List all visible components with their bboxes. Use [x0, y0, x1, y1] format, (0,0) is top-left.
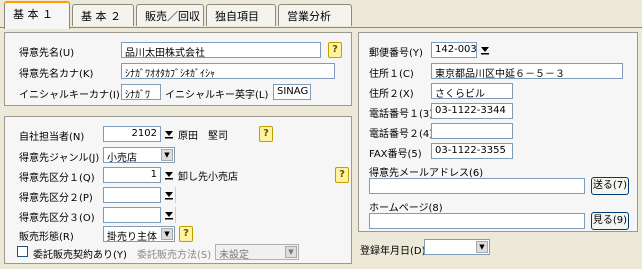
- tab-bar: 基 本 １ 基 本 ２ 販売／回収 独自項目 営業分析: [0, 0, 642, 29]
- consignment-label: 委託販売契約あり(Y): [33, 250, 127, 261]
- zip-label: 郵便番号(Y): [369, 48, 423, 59]
- initial-english-input[interactable]: SINAG: [273, 84, 311, 100]
- category1-label: 得意先区分１(Q): [19, 173, 95, 184]
- chevron-down-icon: ▼: [161, 228, 173, 240]
- staff-name-display: 原田 堅司: [175, 126, 257, 142]
- send-email-button[interactable]: 送る(7): [591, 177, 629, 195]
- tel2-input[interactable]: [431, 123, 513, 139]
- consignment-method-select[interactable]: 未設定 ▼: [215, 244, 299, 261]
- staff-label: 自社担当者(N): [19, 132, 85, 143]
- category2-label: 得意先区分２(P): [19, 193, 93, 204]
- customer-name-input[interactable]: 品川太田株式会社: [121, 42, 321, 58]
- consignment-method-label: 委託販売方法(S): [137, 250, 212, 261]
- category1-name-display: 卸し先小売店: [175, 167, 331, 183]
- zip-input[interactable]: 142-0032: [431, 42, 477, 58]
- chevron-down-icon: ▼: [285, 246, 297, 258]
- homepage-input[interactable]: [369, 213, 585, 229]
- help-icon[interactable]: ?: [179, 226, 193, 242]
- address-contact-panel: 郵便番号(Y) 142-0032 住所１(C) 東京都品川区中延６－５－３ 住所…: [358, 32, 638, 232]
- address1-label: 住所１(C): [369, 69, 414, 80]
- customer-name-panel: 得意先名(U) 品川太田株式会社 ? 得意先名カナ(K) ｼﾅｶﾞﾜｵｵﾀｶﾌﾞ…: [4, 32, 352, 106]
- category2-lookup-icon[interactable]: [163, 188, 175, 202]
- address1-input[interactable]: 東京都品川区中延６－５－３: [431, 63, 623, 79]
- customer-kana-label: 得意先名カナ(K): [19, 69, 94, 80]
- initial-english-label: イニシャルキー英字(L): [165, 90, 269, 101]
- registration-date-label: 登録年月日(D): [360, 246, 426, 257]
- view-homepage-button[interactable]: 見る(9): [591, 212, 629, 230]
- sales-form-select-value: 掛売り主体: [107, 232, 157, 243]
- category1-code-input[interactable]: 1: [103, 167, 161, 183]
- category1-lookup-icon[interactable]: [163, 168, 175, 182]
- zip-lookup-icon[interactable]: [479, 43, 491, 57]
- address2-label: 住所２(X): [369, 89, 414, 100]
- sales-form-select[interactable]: 掛売り主体 ▼: [103, 226, 175, 243]
- category2-name-display: [175, 187, 331, 203]
- help-icon[interactable]: ?: [328, 42, 342, 58]
- sales-info-panel: 自社担当者(N) 2102 原田 堅司 ? 得意先ジャンル(J) 小売店 ▼ 得意…: [4, 116, 352, 264]
- category2-code-input[interactable]: [103, 187, 161, 203]
- fax-label: FAX番号(5): [369, 149, 422, 160]
- customer-name-label: 得意先名(U): [19, 48, 75, 59]
- chevron-down-icon: ▼: [476, 241, 488, 253]
- consignment-method-select-value: 未設定: [219, 250, 249, 261]
- genre-select-value: 小売店: [107, 153, 137, 164]
- tab-divider: [0, 27, 642, 28]
- customer-form-window: 基 本 １ 基 本 ２ 販売／回収 独自項目 営業分析 得意先名(U) 品川太田…: [0, 0, 642, 269]
- staff-code-input[interactable]: 2102: [103, 126, 161, 142]
- category3-name-display: [175, 207, 331, 223]
- initial-kana-label: イニシャルキーカナ(I): [19, 90, 120, 101]
- tab-custom-items[interactable]: 独自項目: [206, 4, 276, 26]
- tab-sales-collection[interactable]: 販売／回収: [136, 4, 204, 26]
- fax-input[interactable]: 03-1122-3355: [431, 143, 513, 159]
- tab-sales-analysis[interactable]: 営業分析: [278, 4, 352, 26]
- tel1-input[interactable]: 03-1122-3344: [431, 103, 513, 119]
- sales-form-label: 販売形態(R): [19, 232, 74, 243]
- genre-label: 得意先ジャンル(J): [19, 153, 100, 164]
- category3-label: 得意先区分３(O): [19, 213, 95, 224]
- tel1-label: 電話番号１(3): [369, 109, 434, 120]
- help-icon[interactable]: ?: [259, 126, 273, 142]
- registration-date-select[interactable]: ▼: [424, 239, 490, 255]
- help-icon[interactable]: ?: [335, 167, 349, 183]
- category3-lookup-icon[interactable]: [163, 208, 175, 222]
- category3-code-input[interactable]: [103, 207, 161, 223]
- homepage-label: ホームページ(8): [369, 203, 443, 214]
- chevron-down-icon: ▼: [161, 149, 173, 161]
- email-label: 得意先メールアドレス(6): [369, 168, 484, 179]
- customer-kana-input[interactable]: ｼﾅｶﾞﾜｵｵﾀｶﾌﾞｼｷｶﾞｲｼｬ: [121, 63, 335, 79]
- tab-basic-1[interactable]: 基 本 １: [4, 1, 70, 29]
- staff-lookup-icon[interactable]: [163, 127, 175, 141]
- consignment-checkbox[interactable]: [17, 246, 28, 257]
- tel2-label: 電話番号２(4): [369, 129, 434, 140]
- initial-kana-input[interactable]: ｼﾅｶﾞﾜ: [121, 84, 161, 100]
- tab-basic-2[interactable]: 基 本 ２: [72, 4, 134, 26]
- email-input[interactable]: [369, 178, 585, 194]
- address2-input[interactable]: さくらビル: [431, 83, 513, 99]
- genre-select[interactable]: 小売店 ▼: [103, 147, 175, 164]
